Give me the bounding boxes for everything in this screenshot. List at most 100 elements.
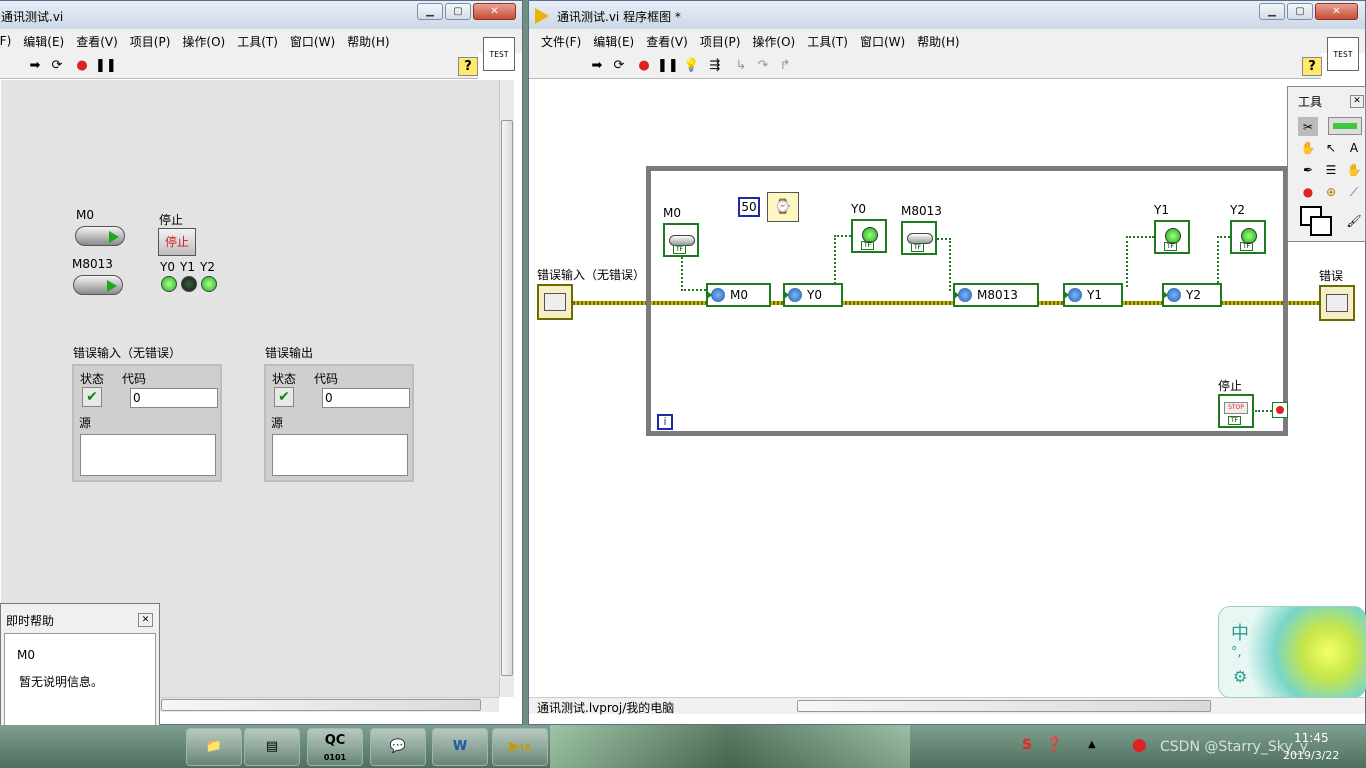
menu-tools[interactable]: 工具(T) [237,33,278,50]
y0-terminal[interactable]: TF [851,219,887,253]
menu-view[interactable]: 查看(V) [76,33,118,50]
project-path[interactable]: 通讯测试.lvproj/我的电脑 [537,699,674,716]
m0-terminal[interactable]: TF [663,223,699,257]
text-tool-icon[interactable]: A [1344,138,1364,157]
clock-time[interactable]: 11:45 [1294,731,1329,745]
front-panel-vscroll[interactable] [499,80,514,697]
m8013-toggle[interactable] [73,275,123,295]
menu-project[interactable]: 项目(P) [130,33,171,50]
highlight-execution-icon[interactable]: 💡 [683,58,699,74]
node-m0[interactable]: M0 [706,283,771,307]
color-copy-tool-icon[interactable]: ⟋ [1344,182,1364,201]
minimize-button[interactable]: ▁ [417,3,443,20]
taskbar-word[interactable]: W [432,728,488,766]
bd-run-icon[interactable]: ➡ [589,58,605,74]
operate-tool-icon[interactable]: ✋ [1298,138,1318,157]
ime-settings-icon[interactable]: ⚙ [1233,667,1247,686]
front-panel-titlebar[interactable]: 通讯测试.vi ▁ ▢ ✕ [0,1,522,29]
error-in-status-check[interactable]: ✔ [82,387,102,407]
taskbar-explorer[interactable]: 📁 [186,728,242,766]
wait-ms-icon[interactable]: ⌚ [767,192,799,222]
error-in-source-field[interactable] [80,434,216,476]
y1-terminal[interactable]: TF [1154,220,1190,254]
shortcut-menu-tool-icon[interactable]: ☰ [1321,160,1341,179]
breakpoint-tool-icon[interactable]: ● [1298,182,1318,201]
menu-file[interactable]: 件(F) [0,34,11,48]
menu-operate[interactable]: 操作(O) [182,33,225,50]
iteration-terminal[interactable]: i [657,414,673,430]
bd-context-help-icon[interactable]: ? [1302,57,1322,76]
menu-help[interactable]: 帮助(H) [347,33,389,50]
context-help-close-icon[interactable]: ✕ [138,613,153,627]
probe-tool-icon[interactable]: ⊕ [1321,182,1341,201]
taskbar-qc[interactable]: QC 0101 [307,728,363,766]
step-into-icon[interactable]: ↳ [733,58,749,74]
auto-tool-icon[interactable]: ✂ [1298,117,1318,136]
step-over-icon[interactable]: ↷ [755,58,771,74]
bd-menu-edit[interactable]: 编辑(E) [593,33,634,50]
run-icon[interactable]: ➡ [27,58,43,74]
vi-icon[interactable]: TEST [483,37,515,71]
abort-icon[interactable]: ● [74,58,90,74]
while-loop[interactable]: 50 ⌚ M0 TF Y0 TF M8013 TF Y1 TF Y2 TF M0… [646,166,1288,436]
node-y0[interactable]: Y0 [783,283,843,307]
loop-condition-icon[interactable] [1272,402,1288,418]
wiring-tool-icon[interactable]: ✒ [1298,160,1318,179]
bd-vi-icon[interactable]: TEST [1327,37,1359,71]
menu-window[interactable]: 窗口(W) [290,33,335,50]
bd-menu-view[interactable]: 查看(V) [646,33,688,50]
bd-run-continuously-icon[interactable]: ⟳ [611,58,627,74]
help-tray-icon[interactable]: ❓ [1045,737,1062,753]
bd-pause-icon[interactable]: ❚❚ [657,58,679,74]
maximize-button[interactable]: ▢ [445,3,471,20]
close-button[interactable]: ✕ [473,3,516,20]
bd-menu-operate[interactable]: 操作(O) [752,33,795,50]
wait-constant[interactable]: 50 [738,197,760,217]
taskbar-device[interactable]: ▤ [244,728,300,766]
bd-menu-help[interactable]: 帮助(H) [917,33,959,50]
bd-minimize-button[interactable]: ▁ [1259,3,1285,20]
bd-hscroll-thumb[interactable] [797,700,1211,712]
ime-mode[interactable]: 中 [1231,619,1249,645]
sogou-icon[interactable]: S [1022,737,1032,753]
bd-menu-window[interactable]: 窗口(W) [860,33,905,50]
node-y2[interactable]: Y2 [1162,283,1222,307]
ime-punct[interactable]: °, [1231,645,1242,660]
clock-date[interactable]: 2019/3/22 [1283,749,1339,762]
color-tool-icon[interactable] [1300,206,1334,238]
vscroll-thumb[interactable] [501,120,513,676]
hscroll-thumb[interactable] [161,699,481,711]
tray-app-icon[interactable]: ⬤ [1132,738,1147,753]
tray-expand-icon[interactable]: ▲ [1088,739,1096,750]
stop-terminal[interactable]: STOP TF [1218,394,1254,428]
m0-toggle[interactable] [75,226,125,246]
scroll-tool-icon[interactable]: ✋ [1344,160,1364,179]
bd-abort-icon[interactable]: ● [636,58,652,74]
stop-button[interactable]: 停止 [158,228,196,256]
menu-edit[interactable]: 编辑(E) [23,33,64,50]
node-m8013[interactable]: M8013 [953,283,1039,307]
pause-icon[interactable]: ❚❚ [95,58,117,74]
taskbar-wechat[interactable]: 💬 [370,728,426,766]
run-continuously-icon[interactable]: ⟳ [49,58,65,74]
bd-menu-tools[interactable]: 工具(T) [807,33,848,50]
bd-menu-file[interactable]: 文件(F) [541,33,581,50]
bd-menu-project[interactable]: 项目(P) [700,33,741,50]
m8013-terminal[interactable]: TF [901,221,937,255]
node-y1[interactable]: Y1 [1063,283,1123,307]
bd-error-out-terminal[interactable] [1319,285,1355,321]
error-in-code-field[interactable]: 0 [130,388,218,408]
retain-wire-values-icon[interactable]: ⇶ [707,58,723,74]
bd-y2-label: Y2 [1230,203,1245,217]
context-help-icon[interactable]: ? [458,57,478,76]
bd-close-button[interactable]: ✕ [1315,3,1358,20]
position-tool-icon[interactable]: ↖ [1321,138,1341,157]
block-diagram-titlebar[interactable]: 通讯测试.vi 程序框图 * ▁ ▢ ✕ [529,1,1365,29]
y2-terminal[interactable]: TF [1230,220,1266,254]
step-out-icon[interactable]: ↱ [777,58,793,74]
taskbar-labview[interactable]: ▶18 [492,728,548,766]
bd-maximize-button[interactable]: ▢ [1287,3,1313,20]
bd-error-in-terminal[interactable] [537,284,573,320]
tools-palette-close-icon[interactable]: ✕ [1350,95,1364,108]
paint-brush-icon[interactable]: 🖌 [1344,211,1364,230]
